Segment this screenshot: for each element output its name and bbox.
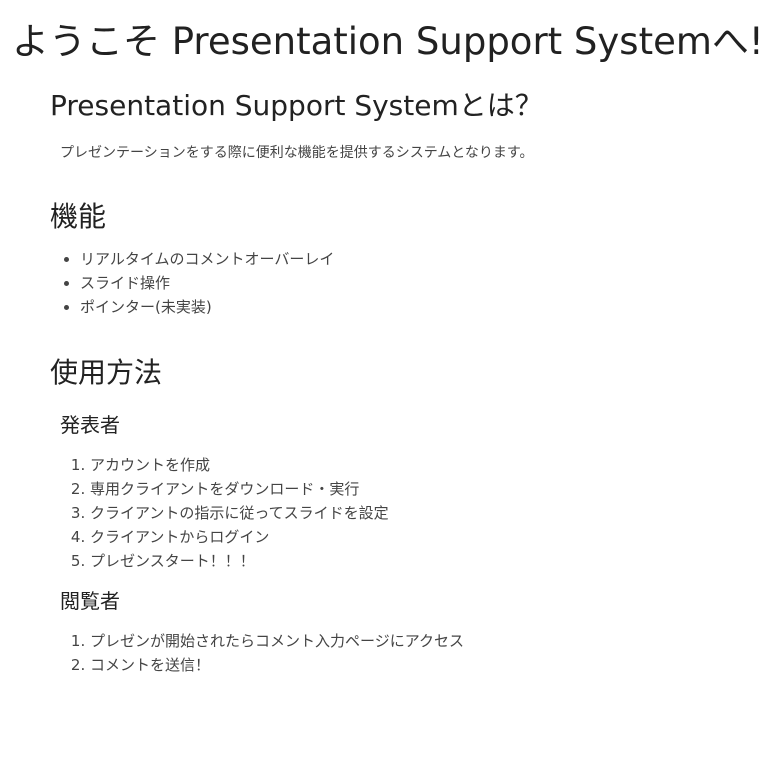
- list-item: リアルタイムのコメントオーバーレイ: [80, 247, 770, 271]
- list-item: プレゼンスタート！！！: [90, 549, 770, 573]
- about-description: プレゼンテーションをする際に便利な機能を提供するシステムとなります。: [60, 145, 534, 161]
- list-item: コメントを送信！: [90, 653, 770, 677]
- list-item: クライアントの指示に従ってスライドを設定: [90, 501, 770, 525]
- features-heading: 機能: [50, 200, 107, 233]
- list-item: プレゼンが開始されたらコメント入力ページにアクセス: [90, 629, 770, 653]
- list-item: ポインター(未実装): [80, 295, 770, 319]
- viewer-heading: 閲覧者: [60, 589, 120, 613]
- page-title: ようこそ Presentation Support Systemへ!: [12, 20, 764, 63]
- about-heading: Presentation Support Systemとは？: [50, 89, 543, 122]
- list-item: 専用クライアントをダウンロード・実行: [90, 477, 770, 501]
- list-item: アカウントを作成: [90, 453, 770, 477]
- presenter-steps: アカウントを作成 専用クライアントをダウンロード・実行 クライアントの指示に従っ…: [50, 453, 770, 573]
- page: ようこそ Presentation Support Systemへ! Prese…: [0, 0, 780, 771]
- features-list: リアルタイムのコメントオーバーレイ スライド操作 ポインター(未実装): [50, 247, 770, 319]
- list-item: スライド操作: [80, 271, 770, 295]
- usage-heading: 使用方法: [50, 356, 163, 389]
- presenter-heading: 発表者: [60, 413, 120, 437]
- viewer-steps: プレゼンが開始されたらコメント入力ページにアクセス コメントを送信！: [50, 629, 770, 677]
- list-item: クライアントからログイン: [90, 525, 770, 549]
- main-content: Presentation Support Systemとは？ プレゼンテーション…: [50, 86, 770, 677]
